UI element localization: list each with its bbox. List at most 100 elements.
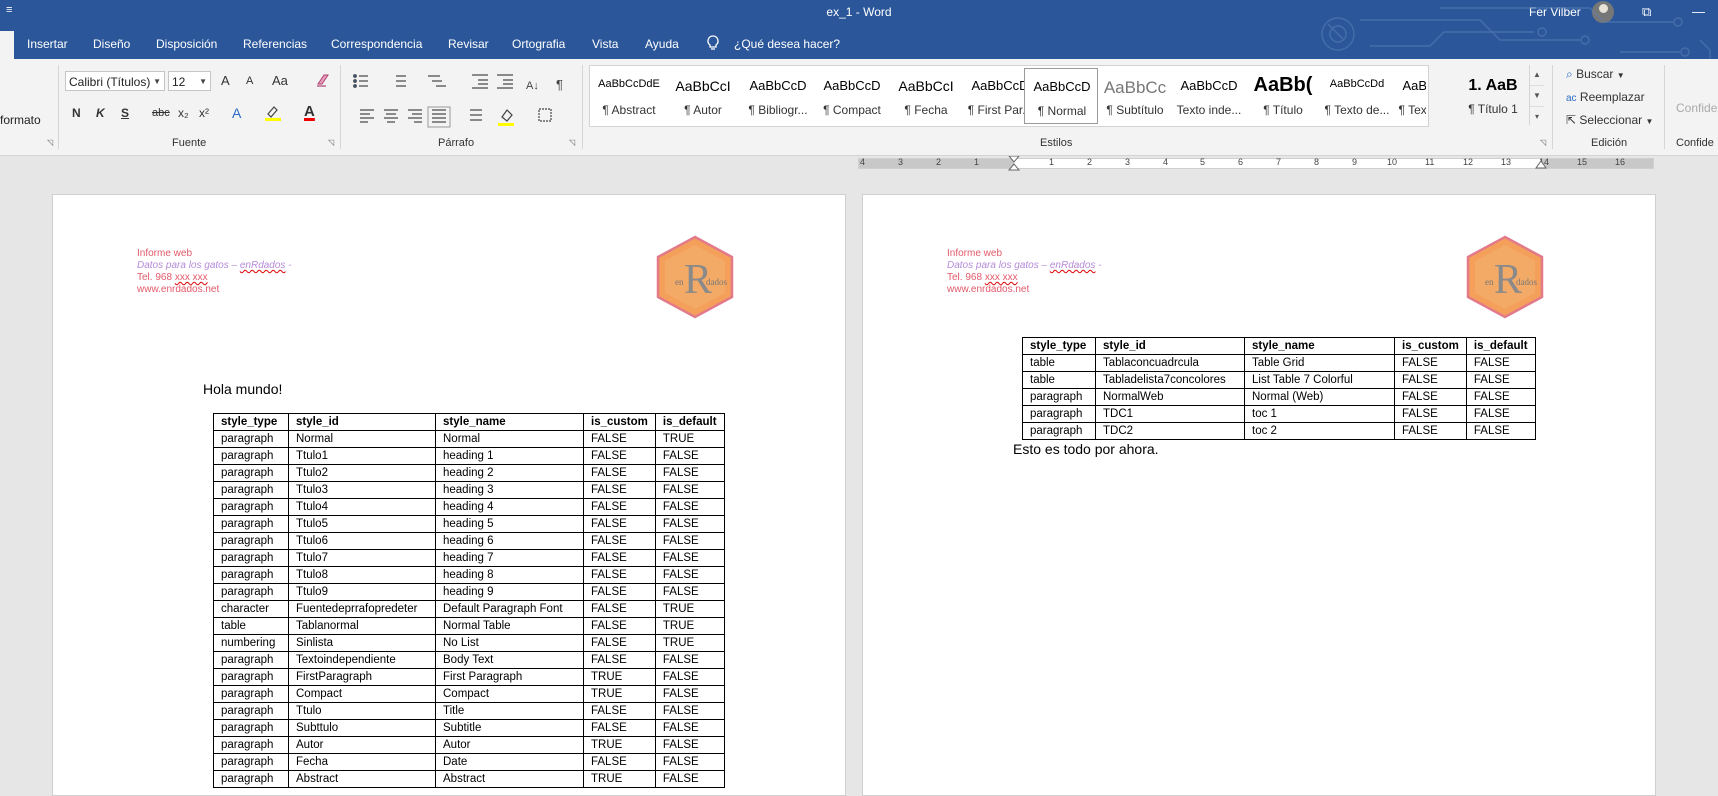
table-row[interactable]: paragraph Ttulo5 heading 5 FALSE FALSE (213, 515, 725, 533)
table-cell[interactable]: FALSE (1394, 388, 1467, 406)
table-cell[interactable]: Ttulo2 (288, 464, 436, 482)
document-page-1[interactable]: Informe web Datos para los gatos – enRda… (52, 194, 846, 796)
table-cell[interactable]: paragraph (1022, 405, 1096, 423)
table-row[interactable]: paragraph Ttulo4 heading 4 FALSE FALSE (213, 498, 725, 516)
table-row[interactable]: paragraph Ttulo8 heading 8 FALSE FALSE (213, 566, 725, 584)
clipboard-dialog-launcher-icon[interactable]: ◹ (47, 138, 53, 147)
table-cell[interactable]: paragraph (213, 685, 289, 703)
table-cell[interactable]: Autor (288, 736, 436, 754)
tab-referencias[interactable]: Referencias (243, 37, 307, 51)
table-cell[interactable]: TRUE (654, 634, 725, 652)
table-cell[interactable]: paragraph (213, 498, 289, 516)
table-cell[interactable]: FALSE (654, 498, 725, 516)
table-row[interactable]: paragraph Textoindependiente Body Text FALS… (213, 651, 725, 669)
clear-formatting-icon[interactable] (315, 72, 331, 88)
table-row[interactable]: paragraph Ttulo2 heading 2 FALSE FALSE (213, 464, 725, 482)
table-cell[interactable]: FALSE (583, 617, 656, 635)
font-size-combo[interactable]: 12 ▼ (168, 71, 211, 91)
table-cell[interactable]: Ttulo6 (288, 532, 436, 550)
text-effects-icon[interactable]: A (232, 105, 241, 121)
table-cell[interactable]: table (1022, 371, 1096, 389)
table-cell[interactable]: paragraph (213, 753, 289, 771)
table-cell[interactable]: FALSE (1465, 422, 1536, 440)
table-cell[interactable]: heading 5 (435, 515, 584, 533)
indent-marker-icon[interactable] (1007, 156, 1021, 172)
table-cell[interactable]: FALSE (583, 464, 656, 482)
table-row[interactable]: paragraph NormalWeb Normal (Web) FALSE FALSE (1022, 388, 1536, 406)
table-cell[interactable]: Ttulo5 (288, 515, 436, 533)
table-cell[interactable]: Subtitle (435, 719, 584, 737)
table-cell[interactable]: FALSE (654, 702, 725, 720)
table-cell[interactable]: List Table 7 Colorful (1244, 371, 1395, 389)
user-name[interactable]: Fer Vilber (1529, 5, 1581, 19)
table-row[interactable]: paragraph Abstract Abstract TRUE FALSE (213, 770, 725, 788)
table-cell[interactable]: First Paragraph (435, 668, 584, 686)
table-row[interactable]: paragraph Subttulo Subtitle FALSE FALSE (213, 719, 725, 737)
table-cell[interactable]: Abstract (435, 770, 584, 788)
table-cell[interactable]: table (1022, 354, 1096, 372)
table-cell[interactable]: NormalWeb (1095, 388, 1245, 406)
table-row[interactable]: paragraph Autor Autor TRUE FALSE (213, 736, 725, 754)
table-cell[interactable]: No List (435, 634, 584, 652)
style-abstract[interactable]: AaBbCcDdE ¶ Abstract (592, 68, 666, 124)
table-cell[interactable]: FALSE (654, 719, 725, 737)
find-button[interactable]: ⌕ Buscar ▼ (1566, 67, 1625, 82)
table-row[interactable]: table Tablaconcuadrcula Table Grid FALSE FAL… (1022, 354, 1536, 372)
table-cell[interactable]: heading 6 (435, 532, 584, 550)
table-cell[interactable]: paragraph (213, 719, 289, 737)
document-page-2[interactable]: Informe web Datos para los gatos – enRda… (862, 194, 1656, 796)
font-color-icon[interactable]: A (304, 103, 315, 120)
table-cell[interactable]: FALSE (1394, 371, 1467, 389)
style-normal[interactable]: AaBbCcD ¶ Normal (1024, 68, 1098, 124)
table-row[interactable]: character Fuentedeprrafopredeter Default P… (213, 600, 725, 618)
table-cell[interactable]: TRUE (583, 685, 656, 703)
table-row[interactable]: paragraph Fecha Date FALSE FALSE (213, 753, 725, 771)
table-row[interactable]: table Tablanormal Normal Table FALSE TRUE (213, 617, 725, 635)
table-cell[interactable]: Default Paragraph Font (435, 600, 584, 618)
style-subtitulo[interactable]: AaBbCc ¶ Subtítulo (1098, 68, 1172, 124)
table-cell[interactable]: FALSE (1465, 388, 1536, 406)
table-cell[interactable]: FALSE (583, 430, 656, 448)
hello-paragraph[interactable]: Hola mundo! (203, 381, 282, 397)
table-cell[interactable]: FirstParagraph (288, 668, 436, 686)
table-cell[interactable]: FALSE (654, 685, 725, 703)
table-cell[interactable]: Ttulo8 (288, 566, 436, 584)
table-cell[interactable]: Sinlista (288, 634, 436, 652)
styles-dialog-launcher-icon[interactable]: ◹ (1540, 138, 1546, 147)
table-cell[interactable]: Ttulo (288, 702, 436, 720)
table-cell[interactable]: Textoindependiente (288, 651, 436, 669)
table-cell[interactable]: paragraph (213, 583, 289, 601)
table-cell[interactable]: toc 2 (1244, 422, 1395, 440)
table-cell[interactable]: TRUE (654, 600, 725, 618)
table-cell[interactable]: FALSE (1394, 422, 1467, 440)
table-cell[interactable]: heading 7 (435, 549, 584, 567)
table-cell[interactable]: Ttulo4 (288, 498, 436, 516)
table-cell[interactable]: Abstract (288, 770, 436, 788)
table-cell[interactable]: Body Text (435, 651, 584, 669)
superscript-button[interactable]: x² (199, 106, 209, 120)
table-cell[interactable]: FALSE (583, 566, 656, 584)
table-cell[interactable]: FALSE (583, 719, 656, 737)
table-row[interactable]: paragraph Ttulo7 heading 7 FALSE FALSE (213, 549, 725, 567)
styles-gallery-scroll[interactable]: ▲ ▼ ▾ (1529, 65, 1544, 125)
table-cell[interactable]: FALSE (654, 668, 725, 686)
tab-home[interactable] (0, 31, 14, 59)
table-cell[interactable]: heading 3 (435, 481, 584, 499)
replace-button[interactable]: ac Reemplazar (1566, 90, 1645, 104)
table-cell[interactable]: TDC2 (1095, 422, 1245, 440)
table-cell[interactable]: Table Grid (1244, 354, 1395, 372)
table-cell[interactable]: TRUE (654, 617, 725, 635)
change-case-button[interactable]: Aa (272, 73, 288, 88)
table-cell[interactable]: FALSE (654, 464, 725, 482)
avatar[interactable] (1592, 1, 1614, 23)
style-texto-de[interactable]: AaBbCcDd ¶ Texto de... (1320, 68, 1394, 124)
table-cell[interactable]: FALSE (1465, 405, 1536, 423)
strikethrough-button[interactable]: abc (152, 107, 170, 119)
font-name-combo[interactable]: Calibri (Títulos) ▼ (65, 71, 165, 91)
table-row[interactable]: paragraph TDC2 toc 2 FALSE FALSE (1022, 422, 1536, 440)
style-autor[interactable]: AaBbCcI ¶ Autor (666, 68, 740, 124)
table-cell[interactable]: Tabladelista7concolores (1095, 371, 1245, 389)
table-cell[interactable]: paragraph (213, 668, 289, 686)
table-cell[interactable]: Tablanormal (288, 617, 436, 635)
table-cell[interactable]: heading 2 (435, 464, 584, 482)
